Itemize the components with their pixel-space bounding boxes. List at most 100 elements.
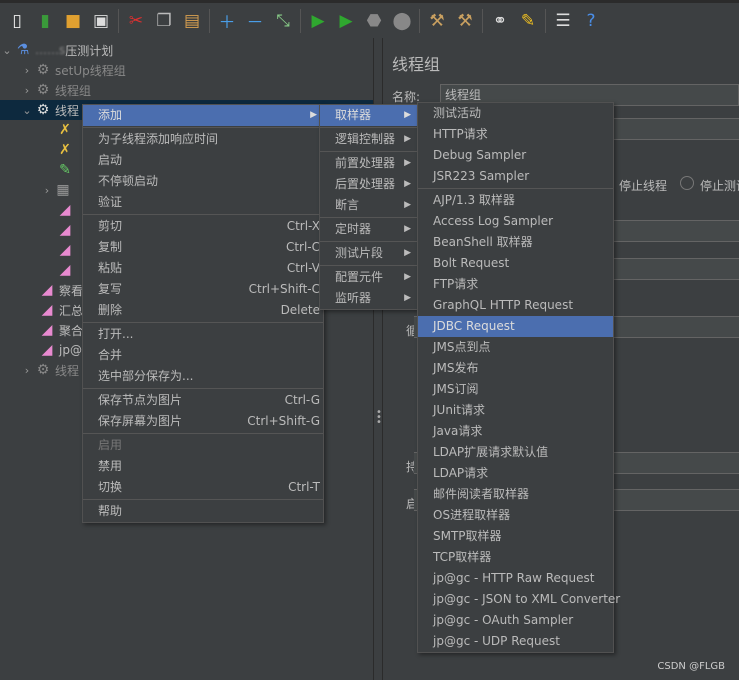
listener-icon: ◢ xyxy=(41,302,53,318)
menu-item[interactable]: JDBC Request xyxy=(418,316,613,337)
menu-item-label: 测试片段 xyxy=(335,246,384,260)
search-icon[interactable]: ⚭ xyxy=(489,10,511,32)
stop-test-radio-label[interactable]: 停止测试 xyxy=(700,177,739,194)
menu-item[interactable]: 配置元件 ▶ xyxy=(320,267,417,288)
menu-item-label: 打开... xyxy=(98,327,134,341)
paste-icon[interactable]: ▤ xyxy=(181,10,203,32)
menu-item[interactable]: JSR223 Sampler xyxy=(418,166,613,187)
menu-item[interactable]: 定时器 ▶ xyxy=(320,219,417,240)
menu-item[interactable]: TCP取样器 xyxy=(418,547,613,568)
help-icon[interactable]: ? xyxy=(580,10,602,32)
menu-item[interactable]: 前置处理器 ▶ xyxy=(320,153,417,174)
toolbar-separator xyxy=(118,8,119,33)
templates-icon[interactable]: ▮ xyxy=(34,10,56,32)
chevron-right-icon[interactable]: › xyxy=(20,84,34,97)
menu-item[interactable]: OS进程取样器 xyxy=(418,505,613,526)
menu-item[interactable]: JMS发布 xyxy=(418,358,613,379)
menu-item[interactable]: 保存节点为图片 Ctrl-G xyxy=(83,390,323,411)
menu-item[interactable]: JMS订阅 xyxy=(418,379,613,400)
start-no-pause-icon[interactable]: ▶ xyxy=(335,10,357,32)
reset-search-icon[interactable]: ✎ xyxy=(517,10,539,32)
clear-all-icon[interactable]: ⚒ xyxy=(454,10,476,32)
menu-item[interactable]: 不停顿启动 xyxy=(83,171,323,192)
menu-item[interactable]: SMTP取样器 xyxy=(418,526,613,547)
menu-item[interactable]: 邮件阅读者取样器 xyxy=(418,484,613,505)
cut-icon[interactable]: ✂ xyxy=(125,10,147,32)
chevron-down-icon[interactable]: ⌄ xyxy=(20,104,34,117)
chevron-right-icon[interactable]: › xyxy=(20,364,34,377)
menu-item[interactable]: 保存屏幕为图片 Ctrl+Shift-G xyxy=(83,411,323,432)
menu-item[interactable]: jp@gc - JSON to XML Converter xyxy=(418,589,620,610)
menu-item[interactable]: 启用 xyxy=(83,435,323,456)
menu-item-label: 前置处理器 xyxy=(335,156,396,170)
menu-item[interactable]: 添加 ▶ xyxy=(83,105,323,126)
menu-item[interactable]: 复制 Ctrl-C xyxy=(83,237,323,258)
copy-icon[interactable]: ❐ xyxy=(153,10,175,32)
menu-item[interactable]: 粘贴 Ctrl-V xyxy=(83,258,323,279)
menu-item[interactable]: jp@gc - UDP Request xyxy=(418,631,613,652)
menu-item[interactable]: 为子线程添加响应时间 xyxy=(83,129,323,150)
menu-item[interactable]: 切换 Ctrl-T xyxy=(83,477,323,498)
menu-item[interactable]: 测试片段 ▶ xyxy=(320,243,417,264)
menu-item[interactable]: 监听器 ▶ xyxy=(320,288,417,309)
menu-item[interactable]: JUnit请求 xyxy=(418,400,613,421)
toggle-icon[interactable]: ⤡ xyxy=(272,10,294,32)
divider-grip-icon[interactable]: • • • xyxy=(376,408,382,428)
start-icon[interactable]: ▶ xyxy=(307,10,329,32)
chevron-right-icon[interactable]: › xyxy=(20,64,34,77)
menu-item[interactable]: jp@gc - HTTP Raw Request xyxy=(418,568,613,589)
menu-separator xyxy=(320,241,417,242)
toolbar-separator xyxy=(545,8,546,33)
panel-title: 线程组 xyxy=(392,55,441,74)
menu-item[interactable]: BeanShell 取样器 xyxy=(418,232,613,253)
menu-item[interactable]: 验证 xyxy=(83,192,323,213)
clear-icon[interactable]: ⚒ xyxy=(426,10,448,32)
expand-icon[interactable]: ＋ xyxy=(216,10,238,33)
menu-item[interactable]: 逻辑控制器 ▶ xyxy=(320,129,417,150)
menu-item[interactable]: 打开... xyxy=(83,324,323,345)
menu-item[interactable]: 测试活动 xyxy=(418,103,613,124)
menu-item-label: jp@gc - OAuth Sampler xyxy=(433,613,574,627)
menu-item-label: 删除 xyxy=(98,303,123,317)
menu-item[interactable]: AJP/1.3 取样器 xyxy=(418,190,613,211)
menu-item[interactable]: 选中部分保存为... xyxy=(83,366,323,387)
menu-item[interactable]: FTP请求 xyxy=(418,274,613,295)
tree-item-test-plan[interactable]: ⌄ ⚗ ……s 压测计划 xyxy=(0,40,373,60)
menu-item[interactable]: 复写 Ctrl+Shift-C xyxy=(83,279,323,300)
new-icon[interactable]: ▯ xyxy=(6,10,28,32)
menu-item[interactable]: Bolt Request xyxy=(418,253,613,274)
collapse-icon[interactable]: － xyxy=(244,10,266,33)
menu-item[interactable]: 帮助 xyxy=(83,501,323,522)
tree-item-setup-thread-group[interactable]: › ⚙ setUp线程组 xyxy=(0,60,373,80)
menu-item[interactable]: Debug Sampler xyxy=(418,145,613,166)
menu-item[interactable]: LDAP请求 xyxy=(418,463,613,484)
menu-item-label: TCP取样器 xyxy=(433,550,492,564)
menu-shortcut: Ctrl-C xyxy=(285,240,320,254)
menu-item[interactable]: LDAP扩展请求默认值 xyxy=(418,442,613,463)
menu-item[interactable]: jp@gc - OAuth Sampler xyxy=(418,610,613,631)
chevron-down-icon[interactable]: ⌄ xyxy=(0,44,14,57)
menu-item[interactable]: 合并 xyxy=(83,345,323,366)
function-helper-icon[interactable]: ☰ xyxy=(552,10,574,32)
menu-item[interactable]: HTTP请求 xyxy=(418,124,613,145)
tree-item-thread-group[interactable]: › ⚙ 线程组 xyxy=(0,80,373,100)
menu-item[interactable]: 后置处理器 ▶ xyxy=(320,174,417,195)
stop-test-radio[interactable] xyxy=(680,176,694,190)
stop-thread-radio-label[interactable]: 停止线程 xyxy=(619,177,667,194)
menu-separator xyxy=(320,151,417,152)
chevron-right-icon[interactable]: › xyxy=(40,184,54,197)
menu-item[interactable]: 断言 ▶ xyxy=(320,195,417,216)
stop-icon[interactable]: ⬣ xyxy=(363,10,385,32)
menu-item[interactable]: 取样器 ▶ xyxy=(320,105,417,126)
menu-item[interactable]: 剪切 Ctrl-X xyxy=(83,216,323,237)
shutdown-icon[interactable]: ⬤ xyxy=(391,10,413,32)
save-icon[interactable]: ▣ xyxy=(90,10,112,32)
menu-item[interactable]: Access Log Sampler xyxy=(418,211,613,232)
menu-item[interactable]: JMS点到点 xyxy=(418,337,613,358)
menu-item[interactable]: 启动 xyxy=(83,150,323,171)
menu-item[interactable]: Java请求 xyxy=(418,421,613,442)
menu-item[interactable]: 删除 Delete xyxy=(83,300,323,321)
menu-item[interactable]: 禁用 xyxy=(83,456,323,477)
open-icon[interactable]: ■ xyxy=(62,10,84,32)
menu-item[interactable]: GraphQL HTTP Request xyxy=(418,295,613,316)
